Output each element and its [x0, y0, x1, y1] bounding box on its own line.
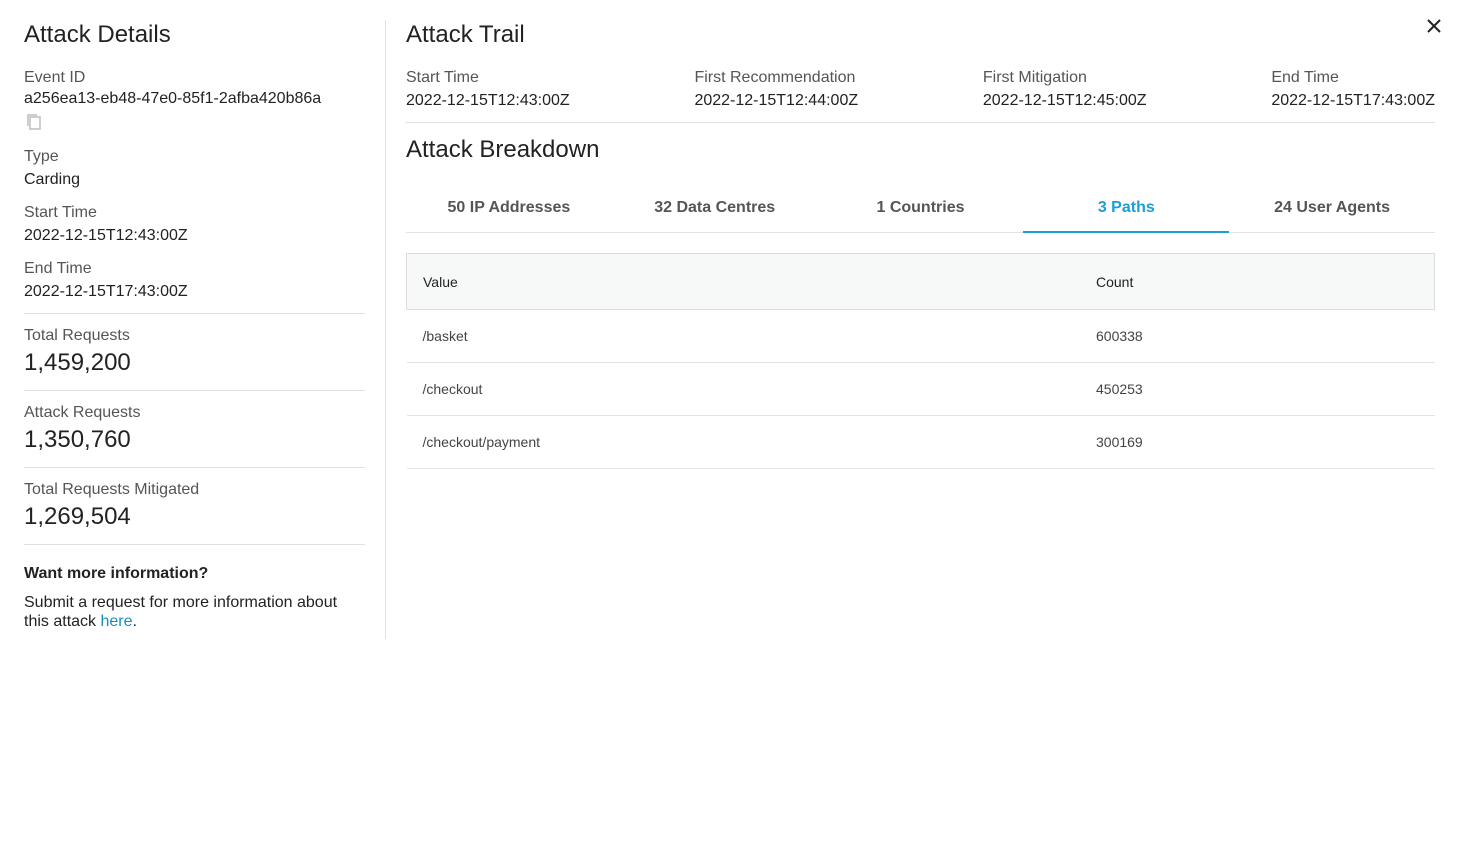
attack-trail-panel: Attack Trail Start Time 2022-12-15T12:43… [406, 18, 1435, 469]
path-count: 450253 [1080, 362, 1435, 416]
path-value: /checkout [406, 362, 1080, 416]
attack-requests-label: Attack Requests [24, 404, 141, 421]
trail-start: Start Time 2022-12-15T12:43:00Z [406, 68, 694, 112]
tab-user-agents[interactable]: 24 User Agents [1229, 185, 1435, 232]
divider [406, 122, 1435, 123]
mitigated-requests-value: 1,269,504 [24, 503, 131, 530]
divider [24, 467, 365, 468]
type-label: Type [24, 148, 59, 165]
trail-first-mitigation: First Mitigation 2022-12-15T12:45:00Z [983, 68, 1271, 112]
path-value: /basket [406, 309, 1080, 363]
breakdown-tabs: 50 IP Addresses 32 Data Centres 1 Countr… [406, 185, 1435, 233]
trail-first-mitigation-label: First Mitigation [982, 69, 1087, 86]
table-header-row: Value Count [406, 253, 1435, 310]
event-id-value: a256ea13-eb48-47e0-85f1-2afba420b86a [24, 90, 322, 107]
trail-end-value: 2022-12-15T17:43:00Z [1271, 92, 1435, 109]
more-info-title: Want more information? [24, 565, 209, 582]
more-info-text: Submit a request for more information ab… [24, 593, 365, 631]
more-info-period: . [132, 613, 137, 630]
attack-details-title: Attack Details [24, 21, 171, 48]
divider [24, 390, 365, 391]
total-requests-label: Total Requests [24, 327, 130, 344]
trail-start-value: 2022-12-15T12:43:00Z [406, 92, 570, 109]
start-time-label: Start Time [24, 204, 97, 221]
table-row: /checkout/payment 300169 [406, 415, 1435, 469]
paths-table: Value Count /basket 600338 /checkout 450… [406, 253, 1435, 469]
total-requests-value: 1,459,200 [24, 349, 131, 376]
path-count: 300169 [1080, 415, 1435, 469]
trail-end: End Time 2022-12-15T17:43:00Z [1271, 68, 1435, 112]
trail-timeline: Start Time 2022-12-15T12:43:00Z First Re… [406, 68, 1435, 112]
divider [24, 544, 365, 545]
tab-data-centres[interactable]: 32 Data Centres [612, 185, 818, 232]
trail-first-recommendation: First Recommendation 2022-12-15T12:44:00… [694, 68, 982, 112]
trail-start-label: Start Time [406, 69, 479, 86]
tab-countries[interactable]: 1 Countries [818, 185, 1024, 232]
tab-ip-addresses[interactable]: 50 IP Addresses [406, 185, 612, 232]
event-id-label: Event ID [24, 69, 86, 86]
table-row: /checkout 450253 [406, 362, 1435, 416]
divider [24, 313, 365, 314]
table-row: /basket 600338 [406, 309, 1435, 363]
end-time-value: 2022-12-15T17:43:00Z [24, 283, 188, 300]
more-info-link[interactable]: here [100, 613, 132, 630]
end-time-label: End Time [24, 260, 92, 277]
mitigated-requests-label: Total Requests Mitigated [24, 481, 200, 498]
more-info-body: Submit a request for more information ab… [24, 594, 338, 630]
vertical-divider [385, 20, 386, 639]
attack-breakdown-title: Attack Breakdown [406, 136, 600, 163]
path-value: /checkout/payment [406, 415, 1080, 469]
column-header-count[interactable]: Count [1080, 253, 1435, 310]
trail-first-recommendation-label: First Recommendation [694, 69, 856, 86]
tab-paths[interactable]: 3 Paths [1023, 185, 1229, 233]
attack-trail-title: Attack Trail [406, 21, 525, 48]
type-value: Carding [24, 171, 81, 188]
column-header-value[interactable]: Value [406, 253, 1080, 310]
trail-first-recommendation-value: 2022-12-15T12:44:00Z [694, 92, 859, 109]
attack-requests-value: 1,350,760 [24, 426, 131, 453]
attack-details-panel: Attack Details Event ID a256ea13-eb48-47… [24, 18, 365, 631]
trail-end-label: End Time [1271, 69, 1339, 86]
path-count: 600338 [1080, 309, 1435, 363]
copy-icon[interactable] [24, 112, 44, 137]
trail-first-mitigation-value: 2022-12-15T12:45:00Z [982, 92, 1147, 109]
start-time-value: 2022-12-15T12:43:00Z [24, 227, 188, 244]
